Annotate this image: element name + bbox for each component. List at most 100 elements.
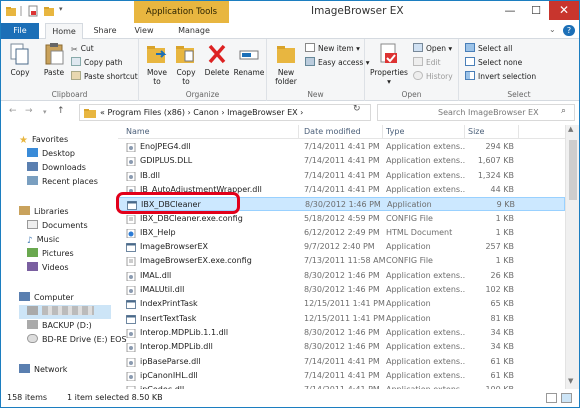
copy-path-button[interactable]: Copy path: [71, 57, 122, 69]
search-icon[interactable]: ⌕: [561, 106, 566, 116]
file-name: Interop.MDPLib.dll: [140, 342, 213, 352]
select-none-button[interactable]: Select none: [465, 57, 522, 69]
cut-button[interactable]: ✂ Cut: [71, 43, 94, 55]
back-button[interactable]: ←: [9, 106, 17, 116]
tab-manage[interactable]: Manage: [169, 23, 219, 39]
paste-icon: [45, 43, 64, 65]
nav-music[interactable]: ♪ Music: [27, 233, 60, 247]
copy-to-button[interactable]: Copy to: [172, 42, 200, 86]
table-row[interactable]: IndexPrintTask 12/15/2011 1:41 PM Applicat…: [118, 297, 565, 311]
new-folder-qat-icon[interactable]: [43, 5, 55, 17]
help-icon[interactable]: ?: [563, 25, 575, 36]
recent-locations-chevron-icon[interactable]: ▾: [43, 108, 47, 116]
scroll-thumb[interactable]: [569, 140, 577, 200]
column-size[interactable]: Size: [468, 127, 484, 136]
maximize-button[interactable]: ☐: [523, 1, 549, 20]
table-row[interactable]: EnoJPEG4.dll 7/14/2011 4:41 PM Application…: [118, 140, 565, 154]
nav-pictures[interactable]: Pictures: [27, 247, 74, 261]
file-date: 12/15/2011 1:41 PM: [304, 313, 385, 323]
new-item-button[interactable]: New item ▾: [305, 43, 360, 55]
file-size: 26 KB: [490, 270, 514, 280]
table-row[interactable]: InsertTextTask 12/15/2011 1:41 PM Applicat…: [118, 312, 565, 326]
table-row[interactable]: Interop.MDPLib.dll 8/30/2012 1:46 PM Appli…: [118, 340, 565, 354]
rename-button[interactable]: Rename: [233, 42, 265, 77]
invert-selection-button[interactable]: Invert selection: [465, 71, 536, 83]
copy-button[interactable]: Copy: [5, 42, 35, 77]
tab-file[interactable]: File: [1, 23, 39, 39]
move-to-button[interactable]: Move to: [143, 42, 171, 86]
nav-network[interactable]: Network: [19, 363, 67, 377]
file-type: Application extens...: [386, 370, 466, 380]
file-type: Application extens...: [386, 170, 466, 180]
nav-local-disk-c[interactable]: [27, 305, 94, 319]
qat-dropdown-icon[interactable]: ▾: [59, 5, 71, 17]
group-label: Select: [507, 90, 531, 99]
table-row[interactable]: IBX_Help 6/12/2012 2:49 PM HTML Document 1 …: [118, 226, 565, 240]
table-row[interactable]: ipBaseParse.dll 7/14/2011 4:41 PM Applicat…: [118, 355, 565, 369]
file-name: EnoJPEG4.dll: [140, 142, 191, 151]
html-file-icon: [126, 228, 136, 239]
nav-favorites[interactable]: ★ Favorites: [19, 133, 68, 147]
vertical-scrollbar[interactable]: ▲ ▼: [565, 125, 579, 389]
details-view-icon[interactable]: [546, 393, 557, 403]
nav-libraries[interactable]: Libraries: [19, 205, 69, 219]
nav-computer[interactable]: Computer: [19, 291, 74, 305]
table-row[interactable]: GDIPLUS.DLL 7/14/2011 4:41 PM Application …: [118, 154, 565, 168]
table-row[interactable]: IMAL.dll 8/30/2012 1:46 PM Application ext…: [118, 269, 565, 283]
new-folder-button[interactable]: New folder: [271, 42, 301, 86]
tab-view[interactable]: View: [127, 23, 161, 39]
address-path: « Program Files (x86) › Canon › ImageBro…: [100, 108, 304, 117]
minimize-button[interactable]: —: [497, 1, 523, 20]
group-label: New: [307, 90, 324, 99]
refresh-icon[interactable]: ↻: [353, 104, 361, 114]
address-bar[interactable]: « Program Files (x86) › Canon › ImageBro…: [79, 104, 371, 121]
edit-button[interactable]: Edit: [413, 57, 441, 69]
nav-desktop[interactable]: Desktop: [27, 147, 75, 161]
search-input[interactable]: Search ImageBrowser EX: [377, 104, 575, 121]
ribbon-tabs: File Home Share View Manage ⌄ ?: [1, 23, 579, 40]
large-icons-view-icon[interactable]: [561, 393, 572, 403]
properties-qat-icon[interactable]: [27, 5, 39, 17]
table-row[interactable]: IB.dll 7/14/2011 4:41 PM Application exten…: [118, 169, 565, 183]
forward-button[interactable]: →: [25, 106, 33, 116]
chevron-down-icon[interactable]: ⌄: [549, 25, 561, 34]
column-type[interactable]: Type: [386, 127, 404, 136]
table-row[interactable]: Interop.MDPLib.1.1.dll 8/30/2012 1:46 PM A…: [118, 326, 565, 340]
history-button[interactable]: History: [413, 71, 453, 83]
group-organize: Move to Copy to Delete Rename Organize: [139, 39, 267, 101]
nav-documents[interactable]: Documents: [27, 219, 88, 233]
nav-backup-d[interactable]: BACKUP (D:): [27, 319, 92, 333]
tab-share[interactable]: Share: [89, 23, 121, 39]
column-separator[interactable]: [464, 125, 465, 139]
properties-button[interactable]: Properties ▾: [369, 42, 409, 86]
delete-button[interactable]: Delete: [203, 42, 231, 77]
nav-bd-re-drive[interactable]: BD-RE Drive (E:) EOS: [27, 333, 127, 347]
paste-button[interactable]: Paste: [39, 42, 69, 77]
table-row[interactable]: IMALUtil.dll 8/30/2012 1:46 PM Application…: [118, 283, 565, 297]
group-open: Properties ▾ Open ▾ Edit History Open: [365, 39, 459, 101]
column-separator[interactable]: [518, 125, 519, 139]
easy-access-button[interactable]: Easy access ▾: [305, 57, 370, 69]
paste-shortcut-button[interactable]: Paste shortcut: [71, 71, 138, 83]
column-date-modified[interactable]: Date modified: [304, 127, 361, 136]
column-name[interactable]: Name: [126, 127, 150, 136]
nav-downloads[interactable]: Downloads: [27, 161, 86, 175]
select-all-button[interactable]: Select all: [465, 43, 512, 55]
table-row[interactable]: ImageBrowserEX.exe.config 7/13/2011 11:58…: [118, 254, 565, 268]
tab-home[interactable]: Home: [45, 23, 83, 40]
nav-recent-places[interactable]: Recent places: [27, 175, 98, 189]
history-icon: [413, 71, 423, 80]
open-button[interactable]: Open ▾: [413, 43, 452, 55]
recent-places-icon: [27, 176, 38, 185]
nav-videos[interactable]: Videos: [27, 261, 69, 275]
column-separator[interactable]: [382, 125, 383, 139]
annotation-highlight-box: [116, 192, 240, 214]
column-separator[interactable]: [298, 125, 299, 139]
close-button[interactable]: ✕: [549, 1, 579, 20]
file-size: 34 KB: [490, 342, 514, 352]
scroll-up-icon[interactable]: ▲: [568, 125, 573, 133]
up-button[interactable]: ↑: [57, 106, 65, 116]
table-row[interactable]: ipCanonIHL.dll 7/14/2011 4:41 PM Applicati…: [118, 369, 565, 383]
table-row[interactable]: ImageBrowserEX 9/7/2012 2:40 PM Applicatio…: [118, 240, 565, 254]
scroll-down-icon[interactable]: ▼: [568, 377, 573, 385]
